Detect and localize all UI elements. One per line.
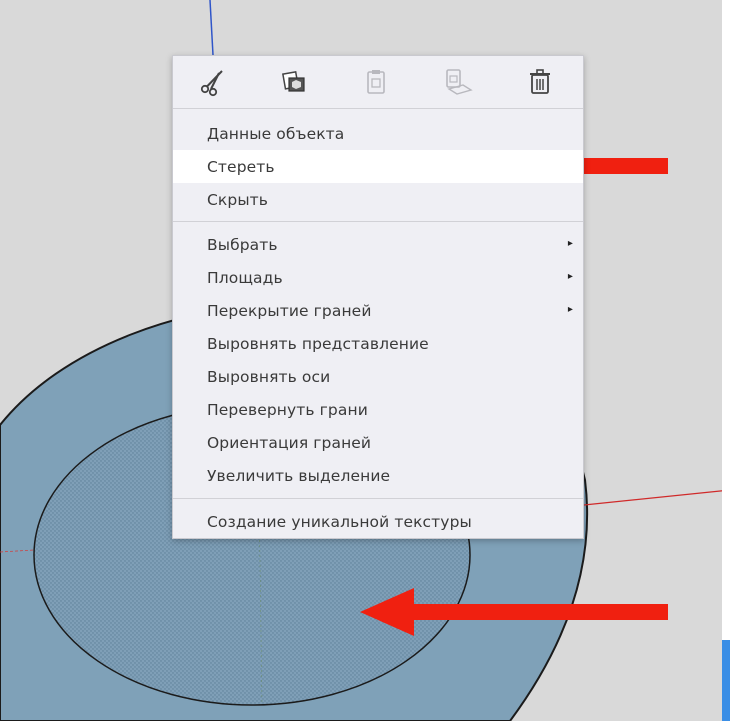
right-panel-edge [722,0,730,721]
menu-item-reverse-faces[interactable]: Перевернуть грани [173,393,583,426]
scissors-icon [200,70,223,97]
menu-item-label: Создание уникальной текстуры [207,512,472,531]
menu-item-label: Стереть [207,157,275,176]
menu-item-make-unique-texture[interactable]: Создание уникальной текстуры [173,505,583,538]
copy-button[interactable] [277,65,311,99]
menu-item-label: Площадь [207,268,283,287]
menu-item-label: Выровнять оси [207,367,331,386]
menu-item-label: Перевернуть грани [207,400,368,419]
menu-item-grow-selection[interactable]: Увеличить выделение [173,459,583,492]
red-axis-line [583,489,730,506]
submenu-arrow-icon: ▸ [567,238,573,249]
menu-item-label: Перекрытие граней [207,301,372,320]
paste-icon [367,70,385,94]
menu-item-align-view[interactable]: Выровнять представление [173,327,583,360]
menu-item-erase[interactable]: Стереть [173,150,583,183]
menu-item-align-axes[interactable]: Выровнять оси [173,360,583,393]
menu-item-area[interactable]: Площадь ▸ [173,261,583,294]
paste-in-place-button[interactable] [441,65,475,99]
menu-item-intersect-faces[interactable]: Перекрытие граней ▸ [173,294,583,327]
menu-item-label: Выровнять представление [207,334,429,353]
menu-item-select[interactable]: Выбрать ▸ [173,228,583,261]
delete-button[interactable] [523,65,557,99]
menu-item-label: Скрыть [207,190,269,209]
menu-item-label: Выбрать [207,235,278,254]
submenu-arrow-icon: ▸ [567,304,573,315]
menu-item-entity-info[interactable]: Данные объекта [173,117,583,150]
menu-separator [173,221,583,222]
menu-item-label: Ориентация граней [207,433,372,452]
trash-icon [530,69,550,94]
submenu-arrow-icon: ▸ [567,271,573,282]
copy-icon [282,71,305,92]
menu-item-label: Данные объекта [207,124,345,143]
menu-item-label: Увеличить выделение [207,466,391,485]
blue-axis-line [209,0,214,56]
menu-item-hide[interactable]: Скрыть [173,183,583,216]
panel-accent [722,640,730,721]
paste-in-place-icon [446,69,473,95]
paste-button[interactable] [359,65,393,99]
cut-button[interactable] [195,65,229,99]
menu-item-orient-faces[interactable]: Ориентация граней [173,426,583,459]
context-menu-toolbar [173,56,583,109]
menu-separator [173,498,583,499]
context-menu: Данные объекта Стереть Скрыть Выбрать ▸ П… [172,55,584,539]
